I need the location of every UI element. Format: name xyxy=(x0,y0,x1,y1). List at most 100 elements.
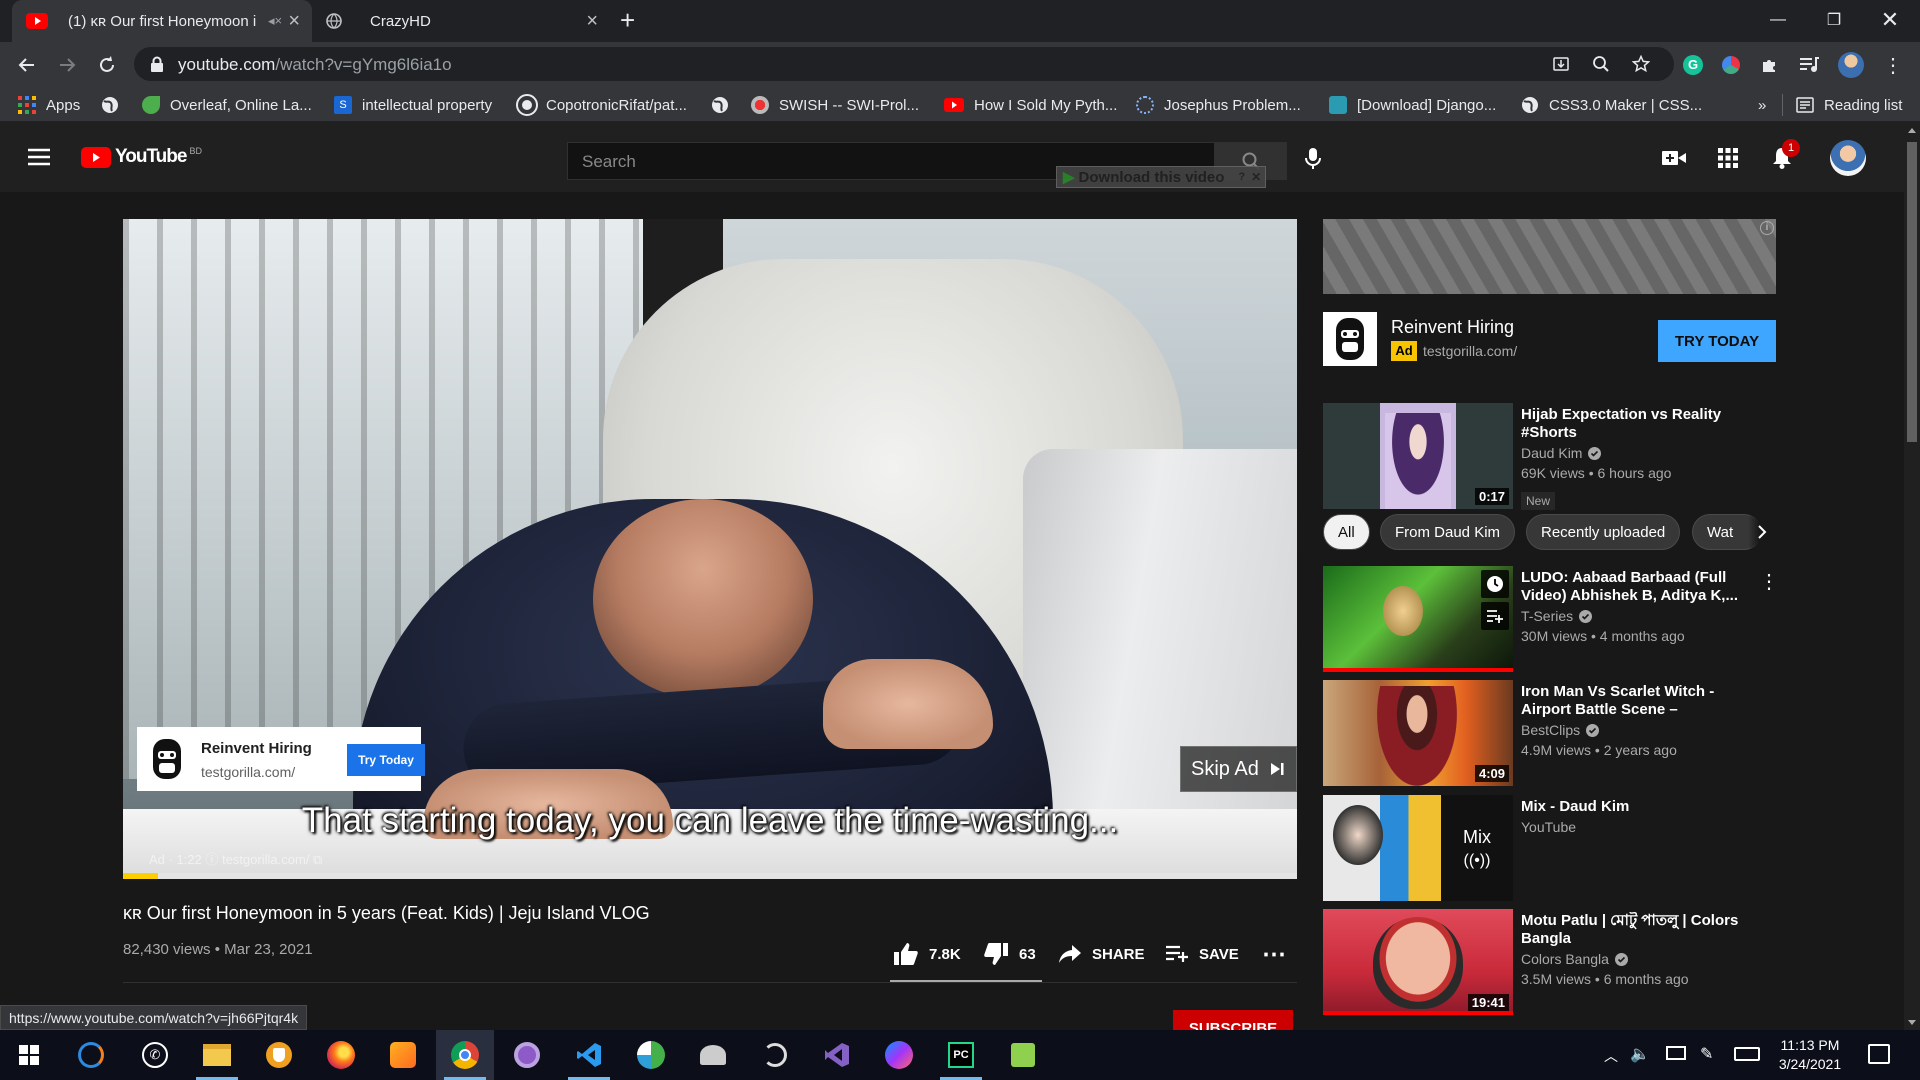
reload-icon[interactable] xyxy=(90,48,124,82)
close-icon[interactable]: ✕ xyxy=(1251,170,1261,184)
close-window-icon[interactable]: ✕ xyxy=(1862,0,1918,40)
minimize-icon[interactable]: — xyxy=(1750,0,1806,40)
more-actions-icon[interactable]: ⋯ xyxy=(1262,940,1286,968)
bookmark-overleaf[interactable]: Overleaf, Online La... xyxy=(142,94,312,116)
ad-progress-bar[interactable] xyxy=(123,873,1297,879)
back-arrow-icon[interactable] xyxy=(10,48,44,82)
recommendation-title[interactable]: Motu Patlu | মোটু পাতলু | Colors Bangla xyxy=(1521,912,1746,948)
anaconda-icon[interactable] xyxy=(622,1030,680,1080)
file-explorer-icon[interactable] xyxy=(188,1030,246,1080)
visual-studio-icon[interactable] xyxy=(808,1030,866,1080)
bookmark-css-maker[interactable]: CSS3.0 Maker | CSS... xyxy=(1521,94,1702,116)
lock-icon[interactable] xyxy=(150,56,164,72)
profile-avatar[interactable] xyxy=(1834,48,1868,82)
bookmark-star-icon[interactable] xyxy=(1632,55,1650,73)
vscode-icon[interactable] xyxy=(560,1030,618,1080)
browser-tab-crazyhd[interactable]: CrazyHD × xyxy=(314,0,610,42)
subscribe-button[interactable]: SUBSCRIBE xyxy=(1173,1010,1293,1030)
like-button[interactable]: 7.8K xyxy=(893,940,961,968)
bookmark-youtube-video[interactable]: How I Sold My Pyth... xyxy=(944,94,1117,116)
skip-ad-button[interactable]: Skip Ad xyxy=(1180,746,1297,792)
youtube-logo[interactable]: YouTube BD xyxy=(81,146,202,168)
recommendation-title[interactable]: Iron Man Vs Scarlet Witch - Airport Batt… xyxy=(1521,683,1746,719)
video-thumbnail[interactable] xyxy=(1323,566,1513,672)
try-today-button[interactable]: TRY TODAY xyxy=(1658,320,1776,362)
account-avatar[interactable] xyxy=(1830,140,1866,176)
pen-icon[interactable]: ✎ xyxy=(1700,1044,1713,1064)
channel-name[interactable]: Colors Bangla xyxy=(1521,951,1628,967)
spreadsheet-app-icon[interactable] xyxy=(994,1030,1052,1080)
add-to-queue-icon[interactable] xyxy=(1481,602,1509,630)
tab-audio-muted-icon[interactable]: ◂× xyxy=(268,13,282,29)
recommendation-title[interactable]: Hijab Expectation vs Reality #Shorts xyxy=(1521,406,1746,442)
recommendation-item[interactable]: 4:09 Iron Man Vs Scarlet Witch - Airport… xyxy=(1323,680,1776,786)
create-video-icon[interactable] xyxy=(1662,150,1686,166)
bookmark-globe[interactable] xyxy=(101,94,119,116)
recommendation-item[interactable]: LUDO: Aabaad Barbaad (Full Video) Abhish… xyxy=(1323,566,1779,672)
hamburger-menu-icon[interactable] xyxy=(28,148,52,166)
ad-info-icon[interactable]: i xyxy=(1760,221,1774,235)
download-video-helper[interactable]: ▶ Download this video ? ✕ xyxy=(1056,166,1266,188)
watch-later-clock-icon[interactable] xyxy=(1481,570,1509,598)
channel-name[interactable]: T-Series xyxy=(1521,608,1593,624)
channel-name[interactable]: YouTube xyxy=(1521,819,1576,835)
video-thumbnail[interactable]: 0:17 xyxy=(1323,403,1513,509)
chip-from-daud-kim[interactable]: From Daud Kim xyxy=(1380,514,1516,550)
bookmark-josephus[interactable]: Josephus Problem... xyxy=(1136,94,1301,116)
satellite-dish-icon[interactable] xyxy=(746,1030,804,1080)
dislike-button[interactable]: 63 xyxy=(983,940,1036,968)
forward-arrow-icon[interactable] xyxy=(50,48,84,82)
ad-info-line[interactable]: Ad · 1:22 ⓘ testgorilla.com/ ⧉ xyxy=(149,849,322,868)
extension-icon[interactable] xyxy=(1714,48,1748,82)
extensions-puzzle-icon[interactable] xyxy=(1752,48,1786,82)
github-desktop-icon[interactable] xyxy=(498,1030,556,1080)
save-button[interactable]: SAVE xyxy=(1165,940,1239,968)
chip-all[interactable]: All xyxy=(1323,514,1370,550)
chip-recently-uploaded[interactable]: Recently uploaded xyxy=(1526,514,1681,550)
sidebar-ad-logo[interactable] xyxy=(1323,312,1377,366)
messenger-icon[interactable] xyxy=(870,1030,928,1080)
bookmark-github[interactable]: CopotronicRifat/pat... xyxy=(516,94,687,116)
network-app-icon[interactable] xyxy=(684,1030,742,1080)
vpn-shield-icon[interactable] xyxy=(250,1030,308,1080)
more-options-icon[interactable]: ⋮ xyxy=(1759,569,1779,594)
notifications-bell-icon[interactable]: 1 xyxy=(1772,139,1800,169)
video-thumbnail[interactable]: 4:09 xyxy=(1323,680,1513,786)
player-ad-card[interactable]: Reinvent Hiring testgorilla.com/ Try Tod… xyxy=(137,727,425,791)
action-center-icon[interactable] xyxy=(1868,1044,1890,1064)
restore-icon[interactable]: ❐ xyxy=(1806,0,1862,40)
recommendation-item[interactable]: 19:41 Motu Patlu | মোটু পাতলু | Colors B… xyxy=(1323,909,1776,1015)
close-tab-icon[interactable]: × xyxy=(586,11,598,31)
recommendation-item[interactable]: 0:17 Hijab Expectation vs Reality #Short… xyxy=(1323,403,1776,510)
grammarly-extension-icon[interactable]: G xyxy=(1676,48,1710,82)
video-thumbnail[interactable]: 19:41 xyxy=(1323,909,1513,1015)
install-app-icon[interactable] xyxy=(1552,55,1570,73)
scrollbar-thumb[interactable] xyxy=(1907,142,1917,442)
system-clock[interactable]: 11:13 PM 3/24/2021 xyxy=(1770,1036,1850,1074)
volume-icon[interactable]: 🔈 xyxy=(1630,1044,1650,1064)
bookmark-swish[interactable]: SWISH -- SWI-Prol... xyxy=(751,94,919,116)
scroll-down-arrow-icon[interactable] xyxy=(1908,1020,1916,1025)
page-scrollbar[interactable] xyxy=(1904,122,1920,1030)
show-hidden-icons-chevron[interactable]: ︿ xyxy=(1604,1046,1618,1066)
reading-list-button[interactable]: Reading list xyxy=(1796,94,1902,116)
share-button[interactable]: SHARE xyxy=(1058,940,1145,968)
address-bar[interactable]: youtube.com/watch?v=gYmg6l6ia1o xyxy=(134,47,1674,81)
channel-name[interactable]: BestClips xyxy=(1521,722,1600,738)
network-icon[interactable] xyxy=(1666,1046,1686,1060)
chrome-menu-icon[interactable]: ⋮ xyxy=(1876,48,1910,82)
channel-name[interactable]: Daud Kim xyxy=(1521,445,1602,461)
keyboard-icon[interactable] xyxy=(1734,1047,1760,1061)
close-tab-icon[interactable]: × xyxy=(288,11,300,31)
video-thumbnail[interactable]: Mix ((•)) xyxy=(1323,795,1513,901)
firefox-icon[interactable] xyxy=(312,1030,370,1080)
recommendation-title[interactable]: Mix - Daud Kim xyxy=(1521,798,1746,816)
pycharm-icon[interactable]: PC xyxy=(932,1030,990,1080)
sidebar-ad-name[interactable]: Reinvent Hiring xyxy=(1391,317,1514,338)
start-windows-icon[interactable] xyxy=(0,1030,58,1080)
bookmark-apps[interactable]: Apps xyxy=(18,94,80,116)
chips-next-chevron-icon[interactable] xyxy=(1748,512,1776,552)
voice-search-mic-icon[interactable] xyxy=(1305,148,1321,170)
apps-grid-icon[interactable] xyxy=(1718,148,1738,168)
cortana-icon[interactable] xyxy=(62,1030,120,1080)
